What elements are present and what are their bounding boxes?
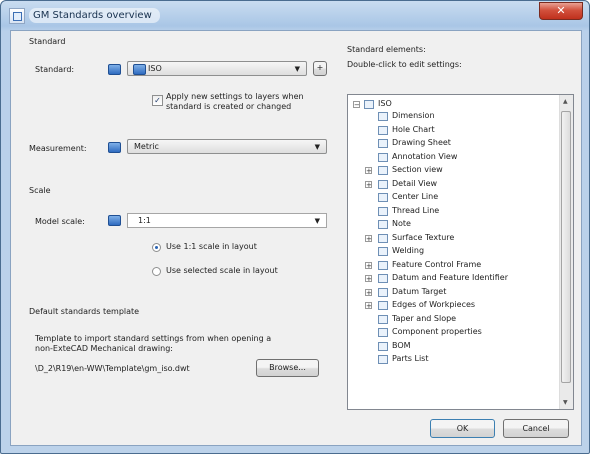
apply-settings-label-1: Apply new settings to layers when [166, 92, 304, 101]
use-11-scale-radio[interactable] [152, 243, 161, 252]
section-view-icon [378, 166, 388, 175]
tree-item-label: Center Line [392, 192, 439, 201]
expand-icon[interactable]: + [365, 302, 372, 310]
elements-title: Standard elements: [347, 45, 426, 54]
welding-icon [378, 247, 388, 256]
hole-chart-icon [378, 125, 388, 135]
use-selected-scale-radio[interactable] [152, 267, 161, 276]
note-icon [378, 220, 388, 229]
model-scale-label: Model scale: [35, 217, 85, 226]
standard-icon [108, 64, 121, 75]
feature-control-frame-icon [378, 260, 388, 270]
surface-texture-icon [378, 233, 388, 243]
tree-item-label: Section view [392, 165, 443, 174]
tree-item-label: Detail View [392, 178, 438, 188]
expand-icon[interactable]: + [365, 288, 372, 296]
expand-icon[interactable]: + [365, 261, 372, 269]
tree-item-label: Taper and Slope [392, 313, 457, 323]
chevron-down-icon: ▼ [314, 217, 320, 225]
use-selected-scale-label: Use selected scale in layout [166, 266, 278, 275]
center-line-icon [378, 193, 388, 202]
more-standards-button[interactable]: + [313, 61, 327, 76]
template-group-label: Default standards template [29, 307, 140, 316]
thread-line-icon [378, 206, 388, 216]
browse-button[interactable]: Browse... [256, 359, 319, 377]
template-description-1: Template to import standard settings fro… [35, 334, 272, 343]
datum-target-icon [378, 287, 388, 297]
scrollbar-thumb[interactable] [561, 111, 571, 383]
measurement-dropdown[interactable]: Metric ▼ [127, 139, 327, 154]
standard-elements-tree[interactable]: − ISO Dimension Hole Chart Drawing Sheet An… [347, 94, 574, 410]
measurement-icon [108, 142, 121, 153]
standard-dropdown[interactable]: ISO ▼ [127, 61, 307, 76]
scroll-up-icon[interactable]: ▲ [563, 98, 568, 105]
apply-settings-checkbox[interactable]: ✓ [152, 95, 163, 106]
tree-item-label: Annotation View [392, 151, 458, 161]
standard-group-label: Standard [29, 37, 66, 46]
tree-scrollbar[interactable]: ▲ ▼ [559, 95, 573, 409]
tree-item-label: Welding [392, 246, 425, 255]
detail-view-icon [378, 179, 388, 189]
expand-icon[interactable]: + [365, 167, 372, 175]
tree-item-label: Dimension [392, 111, 435, 120]
scale-group-label: Scale [29, 186, 51, 195]
measurement-label: Measurement: [29, 144, 87, 153]
chevron-down-icon: ▼ [294, 65, 300, 73]
expand-icon[interactable]: + [365, 180, 372, 188]
window-title: GM Standards overview [29, 8, 160, 23]
ok-button[interactable]: OK [430, 419, 495, 438]
model-scale-combobox[interactable]: 1:1 ▼ [127, 213, 327, 228]
template-path: \D_2\R19\en-WW\Template\gm_iso.dwt [35, 364, 190, 373]
scroll-down-icon[interactable]: ▼ [563, 399, 568, 406]
taper-and-slope-icon [378, 314, 388, 324]
tree-item-label: Note [392, 219, 411, 228]
tree-item-label: Datum and Feature Identifier [392, 273, 509, 282]
apply-settings-label-2: standard is created or changed [166, 102, 292, 111]
dimension-icon [378, 112, 388, 121]
tree-item-label: BOM [392, 340, 411, 350]
chevron-down-icon: ▼ [314, 143, 320, 151]
measurement-value: Metric [134, 142, 159, 151]
standard-value: ISO [148, 64, 162, 73]
tree-item-label: Datum Target [392, 286, 447, 296]
tree-item-label: Hole Chart [392, 124, 435, 134]
tree-item-label: Thread Line [392, 205, 440, 215]
tree-item-label: Edges of Workpieces [392, 300, 476, 309]
tree-item-label: Parts List [392, 354, 429, 363]
close-button[interactable]: ✕ [539, 2, 583, 20]
parts-list-icon [378, 355, 388, 364]
datum-feature-identifier-icon [378, 274, 388, 283]
bom-icon [378, 341, 388, 351]
title-bar[interactable]: GM Standards overview ✕ [1, 1, 589, 29]
expand-icon[interactable]: + [365, 234, 372, 242]
tree-item-label: Surface Texture [392, 232, 455, 242]
dialog-window: GM Standards overview ✕ Standard Standar… [0, 0, 590, 454]
tree-item-label: Feature Control Frame [392, 259, 482, 269]
annotation-view-icon [378, 152, 388, 162]
tree-item-label: Component properties [392, 327, 482, 336]
iso-icon [133, 64, 146, 75]
cancel-button[interactable]: Cancel [503, 419, 569, 438]
template-description-2: non-ExteCAD Mechanical drawing: [35, 344, 173, 353]
dialog-body: Standard Standard: ISO ▼ + ✓ Apply new s… [10, 30, 582, 446]
model-scale-icon [108, 215, 121, 226]
elements-hint: Double-click to edit settings: [347, 60, 462, 69]
standard-label: Standard: [35, 65, 75, 74]
edges-of-workpieces-icon [378, 301, 388, 310]
drawing-sheet-icon [378, 139, 388, 148]
use-11-scale-label: Use 1:1 scale in layout [166, 242, 257, 251]
folder-icon [364, 100, 374, 109]
component-properties-icon [378, 328, 388, 337]
collapse-root-icon[interactable]: − [353, 101, 360, 109]
tree-item-label: Drawing Sheet [392, 138, 451, 147]
app-icon [9, 8, 25, 24]
model-scale-value: 1:1 [138, 216, 151, 225]
expand-icon[interactable]: + [365, 275, 372, 283]
